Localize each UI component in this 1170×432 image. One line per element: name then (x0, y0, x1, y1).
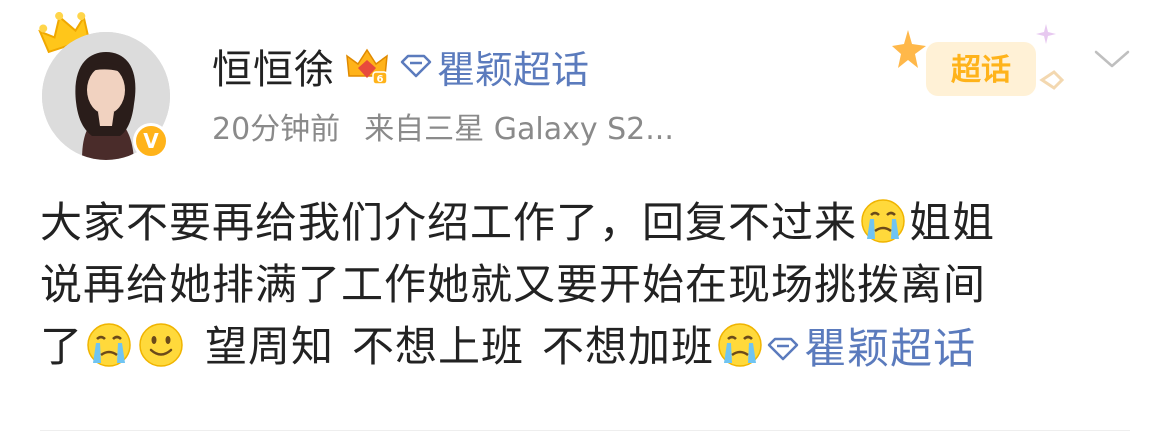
content-line-3: 了 望周知 不想上班 不想加班 瞿颖超话 (40, 316, 1140, 378)
content-topic-label: 瞿颖超话 (804, 324, 977, 373)
username[interactable]: 恒恒徐 (212, 37, 335, 95)
crying-emoji-icon (861, 199, 905, 243)
content-text-1: 大家不要再给我们介绍工作了，回复不过来 (40, 198, 858, 247)
content-text-2: 说再给她排满了工作她就又要开始在现场挑拨离间 (40, 260, 987, 309)
author-avatar-group[interactable]: V (38, 12, 178, 162)
diamond-icon (767, 337, 799, 361)
vip-crown-icon[interactable]: 6 (345, 46, 389, 86)
crying-emoji-icon (718, 323, 762, 367)
content-text-3-start: 了 (40, 322, 84, 371)
diamond-icon (400, 54, 432, 78)
post-content: 大家不要再给我们介绍工作了，回复不过来 姐姐 说再给她排满了工作她就又要开始在现… (40, 192, 1140, 378)
author-header: 恒恒徐 6 瞿颖超话 (212, 38, 589, 94)
header-topic-link[interactable]: 瞿颖超话 (399, 39, 589, 94)
supertopic-badge-label: 超话 (951, 53, 1011, 88)
chevron-down-icon[interactable] (1092, 44, 1132, 72)
weibo-post: V 恒恒徐 6 瞿颖超话 20分钟前 来自三星 Galaxy S2... 超话 … (0, 0, 1170, 432)
content-line-1: 大家不要再给我们介绍工作了，回复不过来 姐姐 (40, 192, 1140, 254)
svg-text:6: 6 (377, 74, 384, 85)
hashtag-text: 望周知 (205, 322, 335, 371)
content-line-2: 说再给她排满了工作她就又要开始在现场挑拨离间 (40, 254, 1140, 316)
hashtag-text: 不想加班 (542, 322, 715, 371)
smile-emoji-icon (139, 323, 183, 367)
content-topic-link[interactable]: 瞿颖超话 (766, 318, 976, 380)
header-topic-label: 瞿颖超话 (437, 47, 590, 92)
post-meta: 20分钟前 来自三星 Galaxy S2... (212, 104, 674, 148)
supertopic-badge[interactable]: 超话 (892, 14, 1082, 106)
hashtag-text: 不想上班 (352, 322, 525, 371)
post-source: 来自三星 Galaxy S2... (364, 112, 674, 147)
post-time: 20分钟前 (212, 112, 341, 147)
divider (40, 430, 1130, 431)
verified-badge: V (133, 123, 169, 159)
content-text-1-tail: 姐姐 (909, 198, 996, 247)
crying-emoji-icon (87, 323, 131, 367)
